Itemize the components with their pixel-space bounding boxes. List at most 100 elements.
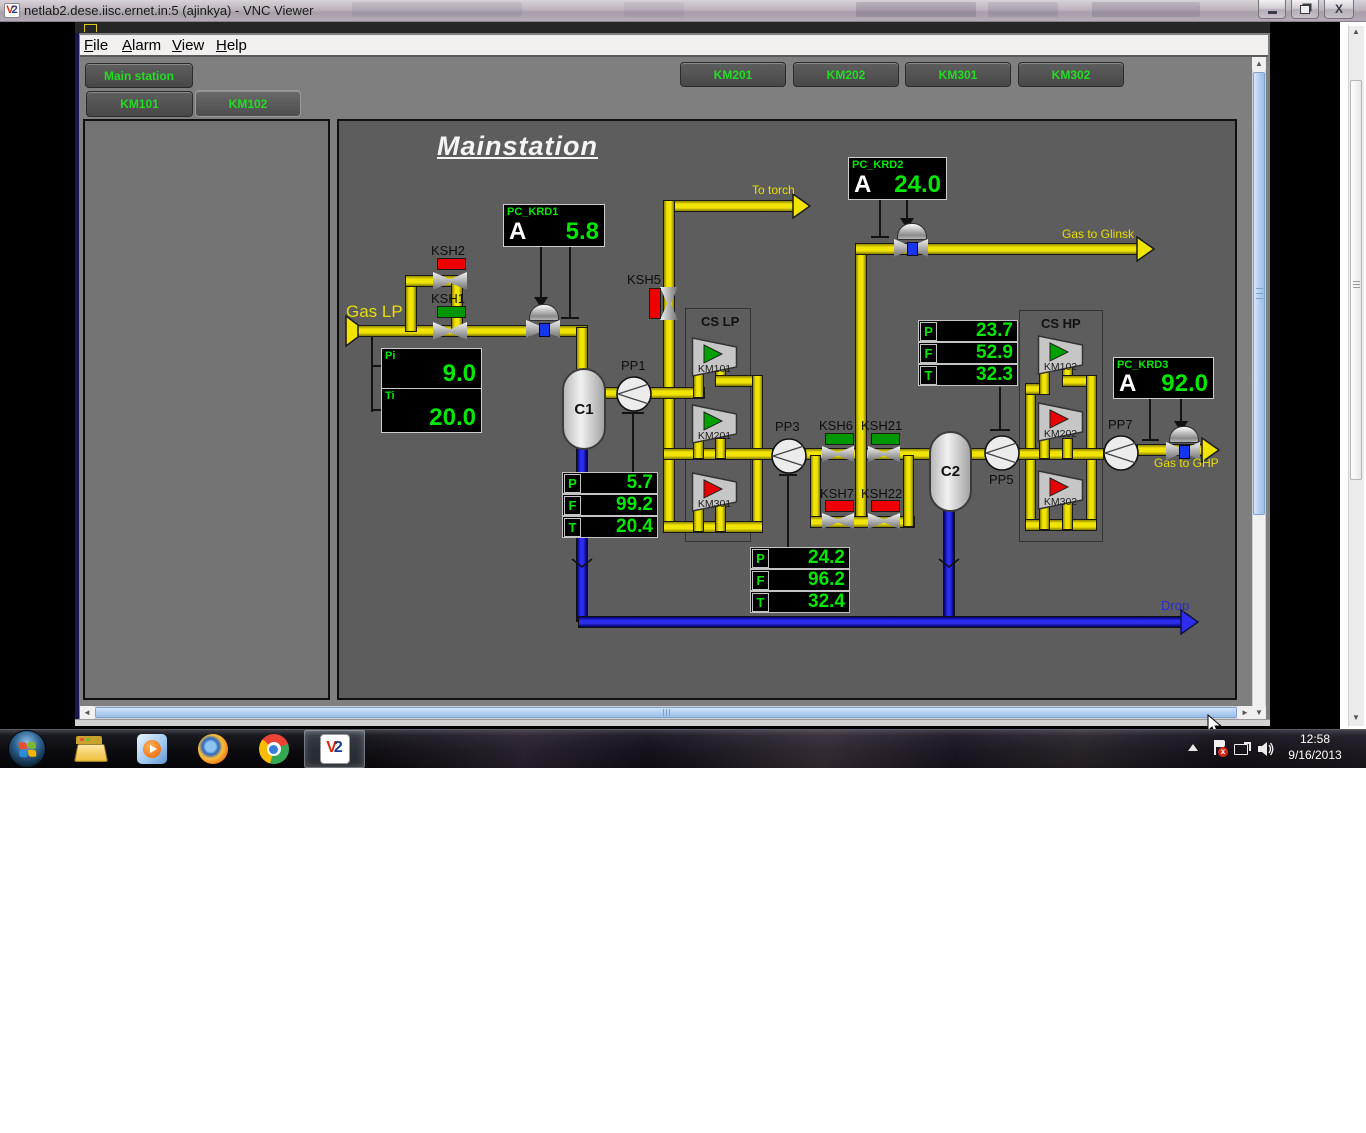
valve-ksh21-status (871, 433, 900, 445)
hscroll-right-arrow[interactable]: ► (1238, 706, 1252, 719)
vessel-c2[interactable]: C2 (929, 431, 972, 512)
sense-tap-pp5 (990, 429, 1010, 431)
titlebar-glass-artifact (856, 2, 976, 17)
glinsk-arrow-icon (1136, 236, 1156, 262)
display-pckrd2[interactable]: PC_KRD2 A 24.0 (848, 157, 947, 200)
button-km201[interactable]: KM201 (680, 62, 786, 87)
vnc-app-icon: V2 (4, 3, 20, 18)
button-km101[interactable]: KM101 (86, 91, 193, 117)
display-pckrd2-mode: A (854, 171, 871, 199)
restore-button[interactable] (1291, 0, 1319, 19)
display-pi[interactable]: Pi 9.0 (381, 348, 482, 389)
pump-pp1[interactable] (615, 375, 653, 413)
pipe-drop (578, 616, 1186, 628)
titlebar-glass-artifact (988, 2, 1058, 17)
menu-view[interactable]: View (172, 37, 204, 54)
sense-tap-pckrd2 (871, 236, 889, 238)
display-pckrd3[interactable]: PC_KRD3 A 92.0 (1113, 357, 1214, 399)
pump-pp3-label: PP3 (775, 419, 800, 434)
hscroll-thumb[interactable] (95, 707, 1237, 718)
pipe-hp-mid (1017, 448, 1104, 460)
vnc-vscroll-thumb[interactable] (1350, 80, 1362, 480)
start-button[interactable] (8, 730, 46, 768)
display-ti[interactable]: Ti 20.0 (381, 388, 482, 433)
display-pckrd1-mode: A (509, 218, 526, 246)
tray-show-hidden-icon[interactable] (1188, 744, 1198, 751)
vscroll-down-arrow[interactable]: ▼ (1252, 706, 1266, 719)
explorer-icon (74, 736, 106, 762)
pft-lp-p-value: 5.7 (627, 473, 653, 493)
compressor-km202-label: KM202 (1037, 428, 1084, 440)
pipe-torch (663, 200, 795, 212)
signal-line-pckrd2 (906, 198, 908, 219)
taskbar-chrome-button[interactable] (243, 730, 304, 768)
remote-desktop-background (1270, 22, 1340, 729)
display-pckrd2-value: 24.0 (894, 171, 941, 199)
valve-ksh6-status (825, 433, 854, 445)
valve-ksh21-label: KSH21 (861, 418, 902, 433)
pft-display-mid: P24.2 F96.2 T32.4 (750, 547, 850, 613)
menu-bar: File Alarm View Help (80, 35, 1268, 57)
menu-help[interactable]: Help (216, 37, 247, 54)
vscroll-thumb[interactable] (1253, 72, 1265, 515)
pump-pp7[interactable] (1102, 434, 1140, 472)
screen: V2 netlab2.dese.iisc.ernet.in:5 (ajinkya… (0, 0, 1366, 1133)
scada-window-bottom-edge (75, 719, 1270, 726)
taskbar-firefox-button[interactable] (182, 730, 243, 768)
cs-lp-label: CS LP (701, 314, 739, 329)
button-km301[interactable]: KM301 (905, 62, 1011, 87)
pump-pp1-label: PP1 (621, 358, 646, 373)
network-icon[interactable] (1234, 742, 1252, 756)
pft-hp-p-value: 23.7 (976, 321, 1013, 341)
sense-tap-pckrd3 (1142, 439, 1159, 441)
actuator-dome-icon (897, 223, 927, 240)
hscroll-left-arrow[interactable]: ◄ (80, 706, 94, 719)
remote-window-icon (84, 24, 97, 32)
sense-tap-pckrd1 (561, 317, 579, 319)
pump-pp5[interactable] (983, 434, 1021, 472)
menu-file[interactable]: File (84, 37, 108, 54)
sense-line-pckrd2 (879, 198, 881, 238)
sense-bracket-inlet (371, 337, 373, 412)
valve-ksh2-status (437, 258, 466, 270)
vnc-vscroll-grip (1353, 281, 1360, 282)
pump-pp3[interactable] (770, 437, 808, 475)
pft-mid-p-value: 24.2 (808, 548, 845, 568)
action-center-flag-icon[interactable]: x (1212, 740, 1228, 757)
taskbar-wmp-button[interactable] (121, 730, 182, 768)
taskbar-vnc-button[interactable]: V2 (304, 730, 365, 768)
torch-arrow-icon (792, 193, 812, 219)
c1-drain-flow-arrow (571, 558, 593, 570)
display-ti-value: 20.0 (429, 404, 476, 432)
volume-icon[interactable] (1257, 741, 1275, 757)
tray-clock[interactable]: 12:58 9/16/2013 (1280, 731, 1350, 765)
display-pckrd1-value: 5.8 (566, 218, 599, 246)
pft-mid-t-value: 32.4 (808, 592, 845, 612)
compressor-km301-label: KM301 (691, 498, 738, 510)
button-km302[interactable]: KM302 (1018, 62, 1124, 87)
pft-mid-f-value: 96.2 (808, 570, 845, 590)
sense-line-pckrd3 (1149, 397, 1151, 441)
vnc-vscroll-down-arrow[interactable]: ▼ (1352, 714, 1360, 722)
control-valve-pckrd1[interactable] (526, 303, 560, 339)
display-pckrd2-tag: PC_KRD2 (852, 159, 903, 171)
taskbar-explorer-button[interactable] (59, 730, 120, 768)
display-pckrd1[interactable]: PC_KRD1 A 5.8 (503, 204, 605, 247)
pft-lp-f-label: F (564, 496, 581, 515)
pft-mid-f-label: F (752, 571, 769, 590)
menu-alarm[interactable]: Alarm (122, 37, 161, 54)
compressor-km101-label: KM101 (691, 363, 738, 375)
close-button[interactable]: X (1324, 0, 1354, 19)
minimize-button[interactable] (1258, 0, 1286, 19)
vscroll-up-arrow[interactable]: ▲ (1252, 57, 1266, 70)
control-valve-pckrd2[interactable] (894, 222, 928, 258)
button-km202[interactable]: KM202 (793, 62, 899, 87)
pft-mid-t-label: T (752, 593, 769, 612)
display-ti-tag: Ti (385, 390, 395, 402)
button-main-station[interactable]: Main station (85, 63, 193, 88)
button-km102[interactable]: KM102 (195, 90, 301, 117)
vessel-c1[interactable]: C1 (562, 368, 606, 450)
pft-lp-p-label: P (564, 474, 581, 493)
display-pi-value: 9.0 (443, 360, 476, 388)
vnc-vscroll-up-arrow[interactable]: ▲ (1352, 28, 1360, 36)
